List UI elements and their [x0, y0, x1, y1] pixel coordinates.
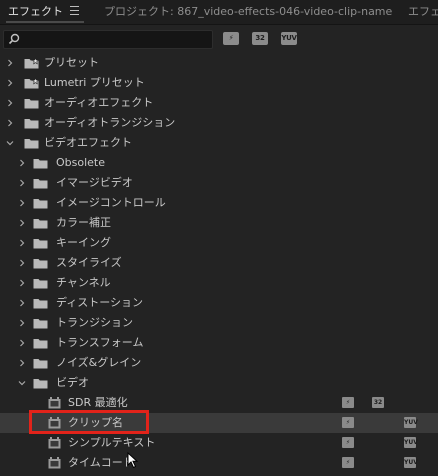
yuv-filter-button[interactable]: YUV	[281, 32, 297, 45]
effect-item[interactable]: ⚡ YUV タイムコード	[0, 453, 438, 473]
32bit-badge-icon: 32	[372, 397, 384, 408]
tree-item-label: イメージコントロール	[56, 196, 166, 209]
folder-icon	[33, 279, 48, 289]
accelerated-badge-icon: ⚡	[342, 397, 354, 408]
annotation-highlight-box	[29, 410, 149, 434]
tree-folder-row[interactable]: ビデオ	[0, 373, 438, 393]
chevron-right-icon[interactable]	[18, 299, 26, 307]
tree-item-label: オーディオエフェクト	[44, 96, 154, 109]
tree-folder-row[interactable]: カラー補正	[0, 213, 438, 233]
tree-folder-row[interactable]: イメージコントロール	[0, 193, 438, 213]
tree-folder-row[interactable]: トランスフォーム	[0, 333, 438, 353]
panel-tab-bar: エフェクト プロジェクト: 867_video-effects-046-vide…	[0, 0, 438, 25]
tree-item-label: スタイライズ	[56, 256, 122, 269]
tree-folder-row[interactable]: トランジション	[0, 313, 438, 333]
search-field[interactable]	[3, 30, 213, 49]
chevron-right-icon[interactable]	[18, 359, 26, 367]
tree-item-label: イマージビデオ	[56, 176, 133, 189]
tree-folder-row[interactable]: オーディオエフェクト	[0, 93, 438, 113]
folder-icon	[33, 159, 48, 169]
tree-item-label: トランジション	[56, 316, 133, 329]
32bit-color-filter-button[interactable]: 32	[252, 32, 268, 45]
effect-icon	[48, 457, 61, 469]
yuv-badge-icon: YUV	[404, 417, 418, 428]
tree-item-label: Obsolete	[56, 156, 106, 169]
folder-icon	[33, 259, 48, 269]
folder-icon	[24, 99, 39, 109]
preset-folder-icon	[24, 58, 39, 69]
search-input[interactable]	[22, 31, 208, 48]
tree-folder-row[interactable]: ノイズ&グレイン	[0, 353, 438, 373]
folder-icon	[33, 179, 48, 189]
accelerated-badge-icon: ⚡	[342, 417, 354, 428]
tree-item-label: ビデオエフェクト	[44, 136, 132, 149]
tree-folder-row[interactable]: Obsolete	[0, 153, 438, 173]
chevron-right-icon[interactable]	[18, 179, 26, 187]
folder-icon	[33, 299, 48, 309]
tree-item-label: ビデオ	[56, 376, 89, 389]
chevron-right-icon[interactable]	[18, 259, 26, 267]
tree-folder-row[interactable]: オーディオトランジション	[0, 113, 438, 133]
folder-icon	[33, 219, 48, 229]
panel-menu-icon[interactable]	[70, 6, 79, 15]
folder-icon	[33, 379, 48, 389]
search-icon	[8, 33, 20, 45]
accelerated-effects-filter-button[interactable]: ⚡	[223, 32, 239, 45]
chevron-right-icon[interactable]	[18, 239, 26, 247]
accelerated-badge-icon: ⚡	[342, 457, 354, 468]
tree-item-label: シンプルテキスト	[68, 436, 156, 449]
tree-item-label: キーイング	[56, 236, 111, 249]
chevron-down-icon[interactable]	[6, 139, 14, 147]
tree-item-label: トランスフォーム	[56, 336, 144, 349]
effect-icon	[48, 437, 61, 449]
tree-item-label: オーディオトランジション	[44, 116, 176, 129]
chevron-right-icon[interactable]	[18, 279, 26, 287]
accelerated-badge-icon: ⚡	[342, 437, 354, 448]
tree-item-label: ノイズ&グレイン	[56, 356, 142, 369]
active-tab-indicator	[6, 21, 84, 23]
folder-icon	[24, 119, 39, 129]
tree-folder-row[interactable]: スタイライズ	[0, 253, 438, 273]
tab-effect-controls[interactable]: エフェ	[408, 0, 438, 24]
tree-item-label: プリセット	[44, 56, 99, 69]
chevron-right-icon[interactable]	[6, 79, 14, 87]
folder-icon	[33, 319, 48, 329]
tab-project[interactable]: プロジェクト: 867_video-effects-046-video-clip…	[104, 0, 392, 24]
chevron-right-icon[interactable]	[18, 319, 26, 327]
tree-folder-row[interactable]: キーイング	[0, 233, 438, 253]
chevron-down-icon[interactable]	[18, 379, 26, 387]
chevron-right-icon[interactable]	[18, 159, 26, 167]
chevron-right-icon[interactable]	[6, 99, 14, 107]
tree-item-label: タイムコード	[68, 456, 134, 469]
folder-icon	[33, 359, 48, 369]
chevron-right-icon[interactable]	[18, 219, 26, 227]
folder-icon	[33, 339, 48, 349]
chevron-right-icon[interactable]	[6, 59, 14, 67]
tree-folder-row[interactable]: ビデオエフェクト	[0, 133, 438, 153]
tree-folder-row[interactable]: チャンネル	[0, 273, 438, 293]
tree-folder-row[interactable]: Lumetri プリセット	[0, 73, 438, 93]
yuv-badge-icon: YUV	[404, 457, 418, 468]
chevron-right-icon[interactable]	[18, 199, 26, 207]
yuv-badge-icon: YUV	[404, 437, 418, 448]
tree-item-label: Lumetri プリセット	[44, 76, 145, 89]
tree-folder-row[interactable]: イマージビデオ	[0, 173, 438, 193]
mouse-cursor-icon	[127, 452, 139, 469]
effect-icon	[48, 397, 61, 409]
folder-icon	[33, 239, 48, 249]
chevron-right-icon[interactable]	[18, 339, 26, 347]
folder-icon	[33, 199, 48, 209]
effect-item[interactable]: ⚡ YUV シンプルテキスト	[0, 433, 438, 453]
tree-item-label: ディストーション	[56, 296, 144, 309]
preset-folder-icon	[24, 78, 39, 89]
chevron-right-icon[interactable]	[6, 119, 14, 127]
tree-item-label: チャンネル	[56, 276, 111, 289]
folder-icon	[24, 139, 39, 149]
tree-item-label: カラー補正	[56, 216, 111, 229]
tree-folder-row[interactable]: ディストーション	[0, 293, 438, 313]
tree-folder-row[interactable]: プリセット	[0, 53, 438, 73]
